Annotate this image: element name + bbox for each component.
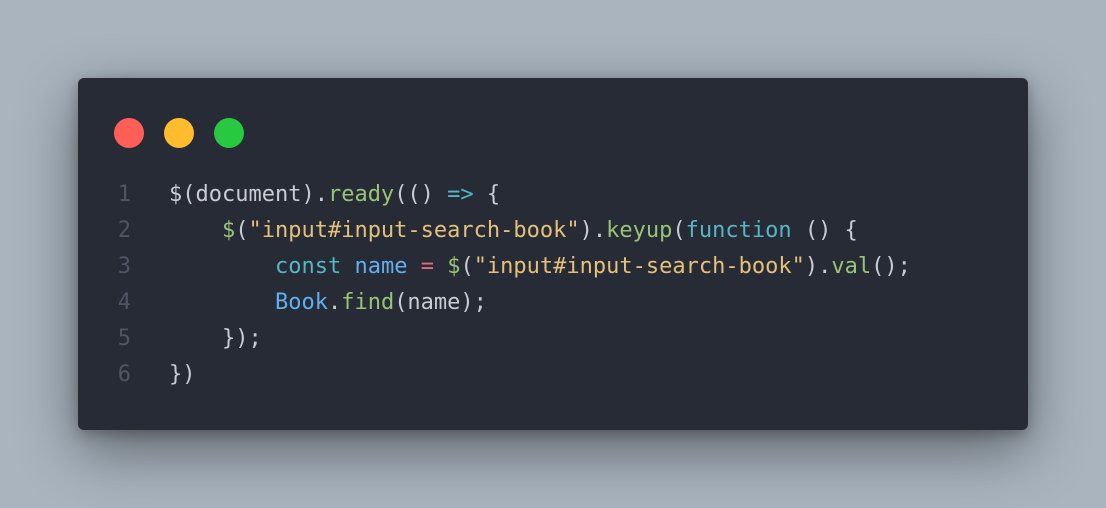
line-number: 5 <box>117 326 131 351</box>
code-line: 5 }); <box>78 321 1028 357</box>
close-dot-icon[interactable] <box>114 118 144 148</box>
code-token-string: "input#input-search-book" <box>473 254 805 279</box>
code-token-method: $ <box>447 254 461 279</box>
code-token-variable: Book <box>274 290 328 315</box>
code-token-plain: ). <box>579 218 607 243</box>
code-line: 4 Book.find(name); <box>78 285 1028 321</box>
code-token-plain: ( <box>672 218 686 243</box>
code-token-plain: () { <box>791 218 858 243</box>
code-token-plain: (name); <box>394 290 487 315</box>
code-text: $("input#input-search-book").keyup(funct… <box>131 213 858 249</box>
code-token-keyword: => <box>447 182 474 207</box>
code-text: const name = $("input#input-search-book"… <box>131 249 911 285</box>
code-token-method: $ <box>221 218 236 243</box>
code-token-operator: = <box>420 254 434 279</box>
code-token-variable: name <box>354 254 408 279</box>
code-token-method: val <box>831 254 872 279</box>
code-token-keyword: const <box>274 254 342 279</box>
code-window: 1 $(document).ready(() => {2 $("input#inp… <box>78 78 1028 430</box>
code-line: 6}) <box>78 357 1028 393</box>
code-token-plain: ( <box>460 254 474 279</box>
line-number: 6 <box>117 362 131 387</box>
minimize-dot-icon[interactable] <box>164 118 194 148</box>
code-token-plain: (() <box>394 182 448 207</box>
line-number: 3 <box>117 254 131 279</box>
zoom-dot-icon[interactable] <box>214 118 244 148</box>
code-token-method: find <box>341 290 395 315</box>
code-text: }); <box>131 321 262 357</box>
code-token-method: keyup <box>606 218 673 243</box>
code-line: 1 $(document).ready(() => { <box>78 177 1028 213</box>
window-controls <box>114 118 244 148</box>
code-text: $(document).ready(() => { <box>131 177 500 213</box>
code-block: 1 $(document).ready(() => {2 $("input#inp… <box>78 177 1028 393</box>
code-token-plain: ). <box>804 254 832 279</box>
code-text: Book.find(name); <box>131 285 487 321</box>
code-token-method: ready <box>327 182 395 207</box>
code-token-plain: (); <box>871 254 911 279</box>
line-number: 1 <box>117 182 131 207</box>
code-token-plain: $(document). <box>169 182 328 207</box>
code-token-plain: }); <box>169 326 262 351</box>
code-token-plain: ( <box>235 218 249 243</box>
code-text: }) <box>131 357 196 393</box>
code-token-plain: }) <box>169 362 196 387</box>
code-token-plain: { <box>473 182 501 207</box>
code-line: 2 $("input#input-search-book").keyup(fun… <box>78 213 1028 249</box>
code-token-string: "input#input-search-book" <box>248 218 580 243</box>
line-number: 2 <box>117 218 131 243</box>
code-token-plain: . <box>327 290 342 315</box>
code-token-keyword: function <box>685 218 792 243</box>
code-line: 3 const name = $("input#input-search-boo… <box>78 249 1028 285</box>
line-number: 4 <box>117 290 131 315</box>
